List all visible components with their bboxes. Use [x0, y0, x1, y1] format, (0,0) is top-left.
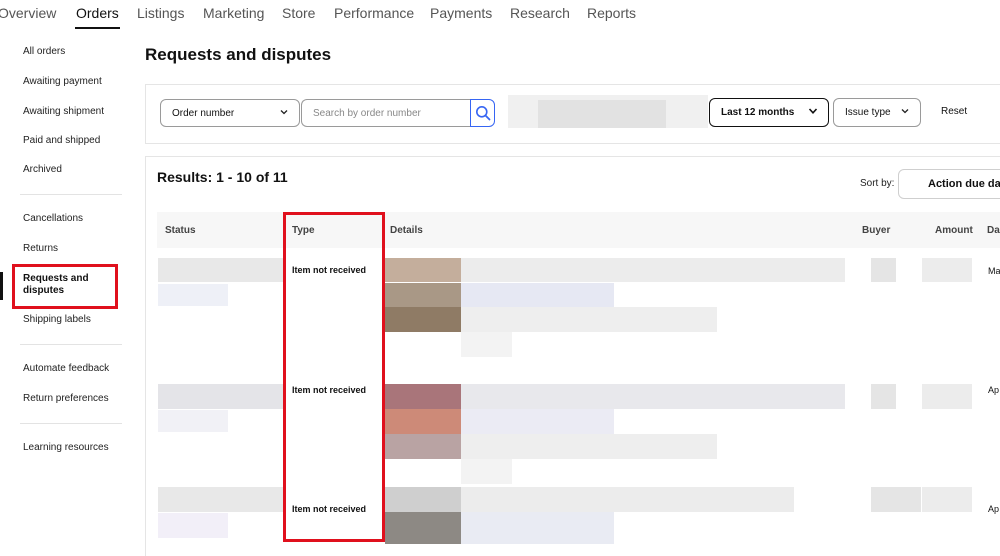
- column-header-status[interactable]: Status: [165, 225, 196, 236]
- redacted-thumbnail: [385, 283, 461, 307]
- tab-listings[interactable]: Listings: [137, 5, 184, 21]
- sidebar-divider: [20, 423, 122, 424]
- redacted-details: [461, 459, 512, 484]
- sidebar-item-shipping-labels[interactable]: Shipping labels: [23, 314, 123, 326]
- redacted-status: [158, 410, 228, 432]
- redacted-thumbnail: [385, 512, 461, 544]
- redacted-thumbnail: [385, 384, 461, 409]
- page-title: Requests and disputes: [145, 45, 332, 64]
- date-cell: Ap: [988, 385, 1000, 395]
- sidebar-item-automate-feedback[interactable]: Automate feedback: [23, 363, 123, 375]
- column-header-date[interactable]: Da: [987, 225, 1000, 236]
- redacted-thumbnail: [385, 434, 461, 459]
- date-range-value: Last 12 months: [721, 107, 795, 118]
- redacted-thumbnail: [385, 258, 461, 282]
- chevron-down-icon: [808, 108, 818, 114]
- redacted-thumbnail: [385, 409, 461, 434]
- redacted-details: [461, 283, 614, 307]
- search-icon: [475, 106, 490, 121]
- sidebar-item-paid-and-shipped[interactable]: Paid and shipped: [23, 135, 123, 147]
- sort-select[interactable]: Action due da: [898, 169, 1000, 199]
- date-range-select[interactable]: Last 12 months: [709, 98, 829, 127]
- sidebar-item-cancellations[interactable]: Cancellations: [23, 213, 123, 225]
- redacted-status: [158, 513, 228, 538]
- redacted-status: [158, 487, 283, 512]
- sidebar-divider: [20, 194, 122, 195]
- sidebar-item-awaiting-payment[interactable]: Awaiting payment: [23, 76, 123, 88]
- search-field-select[interactable]: Order number: [160, 99, 300, 127]
- redacted-area: [538, 100, 666, 128]
- search-field-select-value: Order number: [172, 107, 235, 119]
- tab-reports[interactable]: Reports: [587, 5, 636, 21]
- sidebar-item-return-preferences[interactable]: Return preferences: [23, 393, 123, 405]
- highlight-box-sidebar: [12, 264, 118, 309]
- redacted-details: [461, 512, 614, 544]
- search-input[interactable]: [301, 99, 471, 127]
- tab-marketing[interactable]: Marketing: [203, 5, 264, 21]
- search-button[interactable]: [470, 99, 495, 127]
- reset-button[interactable]: Reset: [941, 106, 967, 117]
- redacted-amount: [922, 384, 972, 409]
- date-cell: Ap: [988, 504, 1000, 514]
- sort-by-label: Sort by:: [860, 178, 895, 189]
- tab-orders[interactable]: Orders: [76, 5, 119, 21]
- sort-select-value: Action due da: [928, 178, 1000, 190]
- tab-payments[interactable]: Payments: [430, 5, 492, 21]
- chevron-down-icon: [280, 110, 288, 115]
- sidebar-divider: [20, 344, 122, 345]
- redacted-status: [158, 284, 228, 306]
- top-navigation: Overview Orders Listings Marketing Store…: [0, 0, 1000, 32]
- issue-type-select[interactable]: Issue type: [833, 98, 921, 127]
- sidebar-item-archived[interactable]: Archived: [23, 164, 123, 176]
- column-header-details[interactable]: Details: [390, 225, 423, 236]
- redacted-buyer: [871, 487, 921, 512]
- sidebar-item-returns[interactable]: Returns: [23, 243, 123, 255]
- tab-performance[interactable]: Performance: [334, 5, 414, 21]
- redacted-buyer: [871, 258, 896, 282]
- sidebar-item-awaiting-shipment[interactable]: Awaiting shipment: [23, 106, 123, 118]
- chevron-down-icon: [901, 109, 909, 114]
- redacted-details: [461, 384, 845, 409]
- redacted-status: [158, 258, 283, 282]
- redacted-amount: [922, 487, 972, 512]
- sidebar-item-learning-resources[interactable]: Learning resources: [23, 442, 123, 454]
- column-header-amount[interactable]: Amount: [935, 225, 973, 236]
- tab-overview[interactable]: Overview: [0, 5, 56, 21]
- date-cell: Ma: [988, 266, 1000, 276]
- column-header-buyer[interactable]: Buyer: [862, 225, 890, 236]
- redacted-buyer: [871, 384, 896, 409]
- active-tab-indicator: [75, 27, 120, 29]
- redacted-details: [461, 487, 794, 512]
- highlight-box-type-column: [283, 212, 385, 542]
- sidebar-item-all-orders[interactable]: All orders: [23, 46, 123, 58]
- redacted-details: [461, 332, 512, 357]
- redacted-amount: [922, 258, 972, 282]
- redacted-details: [461, 307, 717, 332]
- issue-type-value: Issue type: [845, 107, 891, 118]
- redacted-details: [461, 258, 845, 282]
- tab-research[interactable]: Research: [510, 5, 570, 21]
- redacted-thumbnail: [385, 487, 461, 512]
- redacted-status: [158, 384, 283, 409]
- tab-store[interactable]: Store: [282, 5, 315, 21]
- results-summary: Results: 1 - 10 of 11: [157, 169, 288, 185]
- redacted-thumbnail: [385, 307, 461, 332]
- redacted-details: [461, 434, 717, 459]
- sidebar-active-indicator: [0, 272, 3, 300]
- redacted-details: [461, 409, 614, 434]
